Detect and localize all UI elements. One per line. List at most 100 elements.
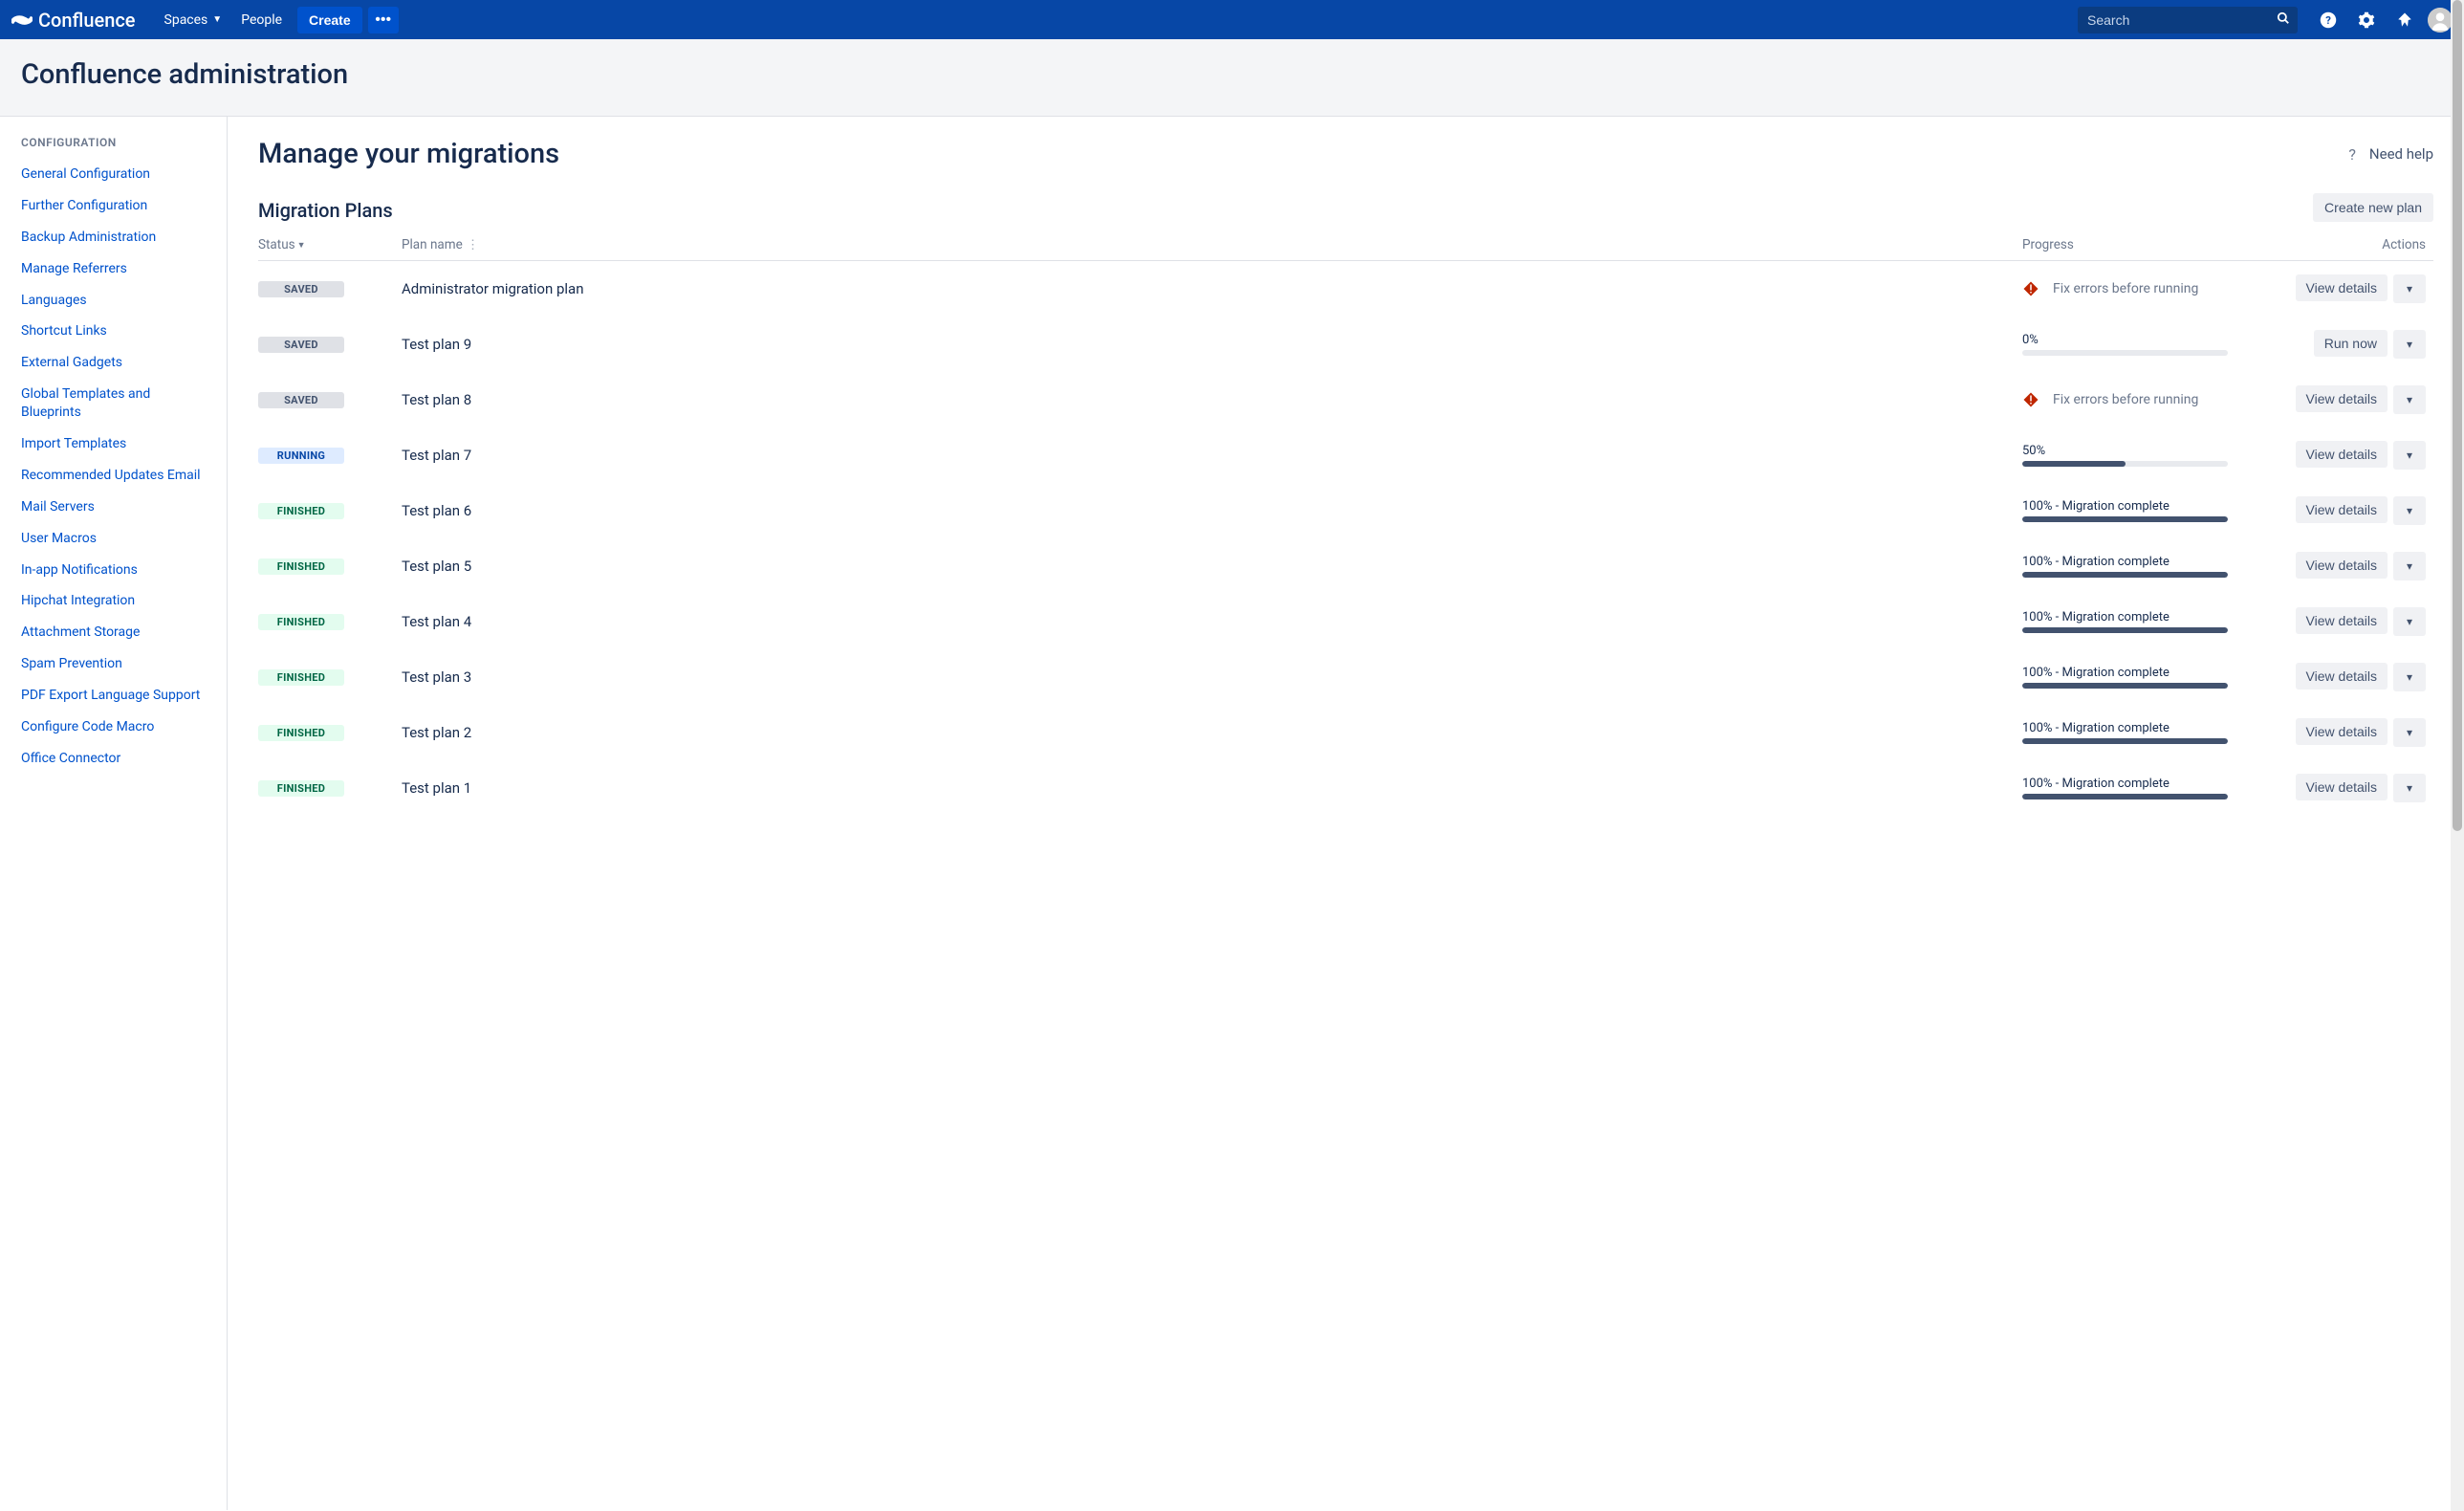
col-status-label: Status [258,237,295,252]
admin-title: Confluence administration [21,58,2443,91]
table-row: SAVEDAdministrator migration planFix err… [258,261,2433,318]
sort-handle-icon: ⋮ [467,237,482,252]
scrollbar-thumb[interactable] [2453,0,2462,831]
chevron-down-icon: ▾ [2407,615,2412,628]
chevron-down-icon: ▾ [2407,282,2412,296]
sidebar-item[interactable]: Spam Prevention [21,648,207,680]
view-details-button[interactable]: View details [2296,274,2388,301]
chevron-down-icon: ▾ [2407,670,2412,684]
progress: 100% - Migration complete [2022,555,2263,578]
plan-name: Test plan 5 [402,538,2022,594]
sidebar-item[interactable]: General Configuration [21,159,207,190]
view-details-button[interactable]: View details [2296,663,2388,690]
progress-fill [2022,572,2228,578]
table-row: RUNNINGTest plan 750%View details▾ [258,427,2433,483]
chevron-down-icon: ▾ [2407,449,2412,462]
col-progress-label: Progress [2022,237,2074,252]
avatar[interactable] [2428,8,2453,33]
sidebar-item[interactable]: PDF Export Language Support [21,680,207,712]
sidebar-item[interactable]: Languages [21,285,207,317]
nav-people-label: People [241,12,282,28]
product-logo[interactable]: Confluence [11,9,136,32]
progress-label: 100% - Migration complete [2022,666,2263,680]
sidebar-item[interactable]: Backup Administration [21,222,207,253]
sidebar-item[interactable]: Hipchat Integration [21,585,207,617]
table-row: SAVEDTest plan 8Fix errors before runnin… [258,372,2433,427]
view-details-button[interactable]: View details [2296,385,2388,412]
sidebar-item[interactable]: Recommended Updates Email [21,460,207,492]
run-now-button[interactable]: Run now [2314,330,2388,357]
sidebar-item[interactable]: User Macros [21,523,207,555]
progress-error: Fix errors before running [2022,391,2263,408]
help-icon[interactable]: ? [2313,5,2344,35]
row-actions-menu[interactable]: ▾ [2393,385,2426,414]
view-details-button[interactable]: View details [2296,441,2388,468]
row-actions-menu[interactable]: ▾ [2393,274,2426,303]
status-badge: FINISHED [258,669,344,686]
sidebar: CONFIGURATION General ConfigurationFurth… [0,117,228,1510]
more-button[interactable]: ••• [368,7,399,33]
sidebar-item[interactable]: Import Templates [21,428,207,460]
progress-fill [2022,683,2228,689]
sidebar-item[interactable]: Manage Referrers [21,253,207,285]
question-icon: ? [2348,145,2356,164]
confluence-icon [11,10,33,31]
row-actions-menu[interactable]: ▾ [2393,607,2426,636]
search-input[interactable] [2078,7,2298,33]
progress-error-text: Fix errors before running [2053,392,2198,407]
sidebar-item[interactable]: Configure Code Macro [21,712,207,743]
product-name: Confluence [38,9,136,32]
row-actions-menu[interactable]: ▾ [2393,774,2426,802]
view-details-button[interactable]: View details [2296,552,2388,579]
row-actions-menu[interactable]: ▾ [2393,552,2426,580]
progress-bar [2022,627,2228,633]
progress-bar [2022,350,2228,356]
plan-name: Test plan 6 [402,483,2022,538]
progress: 100% - Migration complete [2022,666,2263,689]
view-details-button[interactable]: View details [2296,496,2388,523]
status-badge: FINISHED [258,780,344,797]
row-actions-menu[interactable]: ▾ [2393,663,2426,691]
plan-name: Test plan 3 [402,649,2022,705]
row-actions-menu[interactable]: ▾ [2393,441,2426,470]
row-actions-menu[interactable]: ▾ [2393,330,2426,359]
plan-name: Test plan 4 [402,594,2022,649]
sidebar-item[interactable]: Office Connector [21,743,207,775]
sidebar-item[interactable]: Mail Servers [21,492,207,523]
progress-error: Fix errors before running [2022,280,2263,297]
sidebar-item[interactable]: External Gadgets [21,347,207,379]
sidebar-item[interactable]: Further Configuration [21,190,207,222]
col-plan[interactable]: Plan name⋮ [402,230,2022,261]
chevron-down-icon: ▾ [2407,726,2412,739]
view-details-button[interactable]: View details [2296,774,2388,800]
view-details-button[interactable]: View details [2296,718,2388,745]
progress-fill [2022,794,2228,799]
status-badge: SAVED [258,337,344,353]
nav-spaces[interactable]: Spaces ▼ [155,0,232,39]
progress-label: 50% [2022,444,2263,458]
sidebar-item[interactable]: Shortcut Links [21,316,207,347]
error-icon [2022,280,2039,297]
nav-people[interactable]: People [231,0,292,39]
row-actions-menu[interactable]: ▾ [2393,496,2426,525]
progress-label: 100% - Migration complete [2022,499,2263,514]
notifications-icon[interactable] [2389,5,2420,35]
status-badge: SAVED [258,281,344,297]
col-status[interactable]: Status▼ [258,230,402,261]
sidebar-item[interactable]: Global Templates and Blueprints [21,379,207,428]
create-plan-button[interactable]: Create new plan [2313,193,2433,222]
chevron-down-icon: ▾ [2407,338,2412,351]
view-details-button[interactable]: View details [2296,607,2388,634]
create-button[interactable]: Create [297,7,362,33]
sidebar-item[interactable]: In-app Notifications [21,555,207,586]
status-badge: FINISHED [258,725,344,741]
need-help-link[interactable]: ? Need help [2348,145,2433,164]
row-actions-menu[interactable]: ▾ [2393,718,2426,747]
progress-fill [2022,461,2126,467]
gear-icon[interactable] [2351,5,2382,35]
scrollbar-track[interactable] [2451,0,2464,1511]
ellipsis-icon: ••• [375,11,391,29]
status-badge: SAVED [258,392,344,408]
sidebar-item[interactable]: Attachment Storage [21,617,207,648]
table-row: FINISHEDTest plan 2100% - Migration comp… [258,705,2433,760]
